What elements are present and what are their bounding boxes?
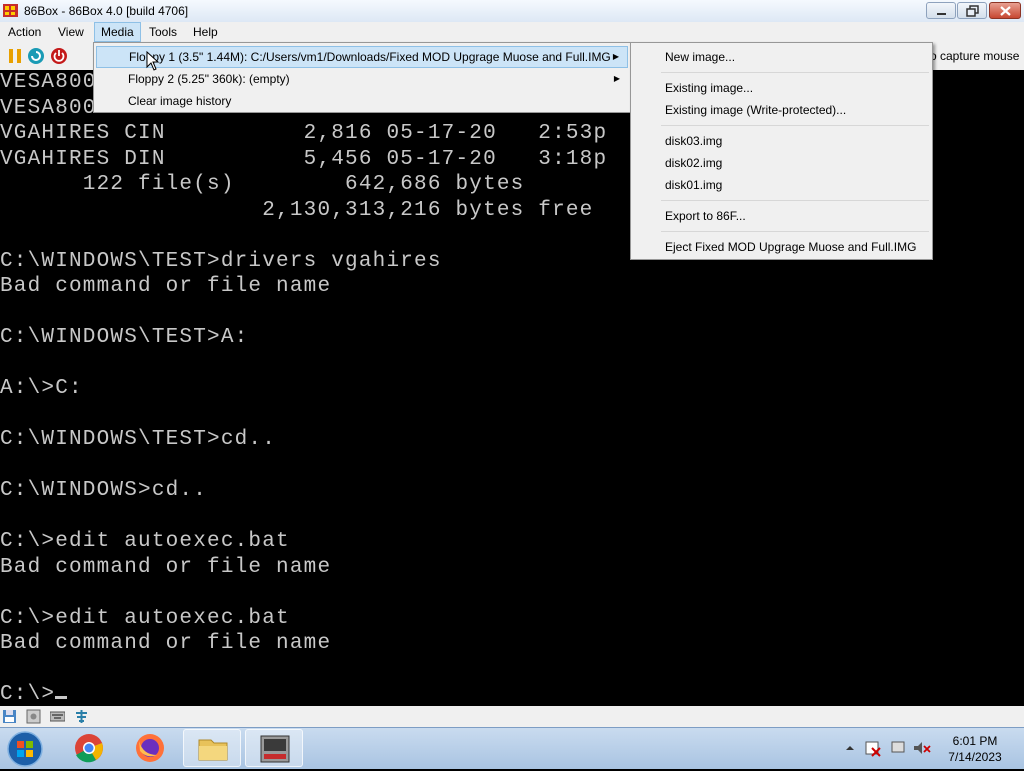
dos-line: 122 file(s) 642,686 bytes <box>0 173 525 196</box>
chrome-icon <box>75 734 103 763</box>
menu-item-history[interactable]: disk03.img <box>633 130 930 152</box>
menu-item-floppy-2[interactable]: Floppy 2 (5.25" 360k): (empty) ▶ <box>96 68 628 90</box>
menu-view[interactable]: View <box>52 22 90 42</box>
menu-item-existing-image[interactable]: Existing image... <box>633 77 930 99</box>
firefox-icon <box>136 734 164 762</box>
text-cursor <box>55 684 68 699</box>
taskbar-chrome[interactable] <box>60 729 118 767</box>
dos-line: 2,130,313,216 bytes free <box>0 198 594 222</box>
volume-muted-icon <box>914 742 922 754</box>
dos-line: Bad command or file name <box>0 555 332 579</box>
close-icon <box>1000 6 1011 16</box>
minimize-button[interactable] <box>926 2 956 19</box>
tray-arrow-icon <box>846 746 854 750</box>
hdd-status-icon[interactable] <box>26 709 41 724</box>
restore-icon <box>966 5 979 17</box>
menu-separator <box>661 125 929 126</box>
dos-line: A:\>C: <box>0 377 83 400</box>
dos-line: C:\>edit autoexec.bat <box>0 530 290 553</box>
menu-item-history[interactable]: disk02.img <box>633 152 930 174</box>
86box-task-icon <box>260 735 290 763</box>
menu-item-new-image[interactable]: New image... <box>633 46 930 68</box>
clock-time: 6:01 PM <box>952 734 998 748</box>
network-tray-icon <box>891 741 905 753</box>
close-button[interactable] <box>989 2 1021 19</box>
app-86box-icon <box>3 4 18 17</box>
capture-mouse-hint: o capture mouse <box>930 49 1020 63</box>
start-orb-icon[interactable] <box>6 730 44 768</box>
minimize-icon <box>937 13 946 15</box>
dos-line: C:\WINDOWS>cd.. <box>0 479 208 502</box>
floppy-status-icon[interactable] <box>2 709 17 724</box>
dos-line: VGAHIRES CIN 2,816 05-17-20 2:53p <box>0 122 608 145</box>
menu-item-history[interactable]: disk01.img <box>633 174 930 196</box>
system-tray <box>842 738 932 761</box>
dos-line: VESA800 <box>0 71 97 94</box>
menu-item-export-86f[interactable]: Export to 86F... <box>633 205 930 227</box>
menu-item-label: Floppy 2 (5.25" 360k): (empty) <box>128 72 290 86</box>
menu-item-existing-image-wp[interactable]: Existing image (Write-protected)... <box>633 99 930 121</box>
status-bar <box>0 706 1024 727</box>
menu-item-label: Clear image history <box>128 94 232 108</box>
menu-tools[interactable]: Tools <box>143 22 183 42</box>
dos-line: Bad command or file name <box>0 632 332 655</box>
dos-line: Bad command or file name <box>0 275 332 298</box>
menu-help[interactable]: Help <box>187 22 224 42</box>
keyboard-status-icon[interactable] <box>50 709 65 724</box>
window-title: 86Box - 86Box 4.0 [build 4706] <box>24 4 189 18</box>
floppy-submenu: New image... Existing image... Existing … <box>630 42 933 260</box>
restore-button[interactable] <box>957 2 987 19</box>
menu-separator <box>661 231 929 232</box>
menu-action[interactable]: Action <box>2 22 47 42</box>
menu-media[interactable]: Media <box>94 22 141 42</box>
dos-line: C:\>edit autoexec.bat <box>0 606 290 630</box>
mouse-pointer-icon <box>146 51 160 71</box>
menu-item-clear-history[interactable]: Clear image history <box>96 90 628 112</box>
media-menu-dropdown: Floppy 1 (3.5" 1.44M): C:/Users/vm1/Down… <box>93 42 631 113</box>
folder-icon <box>198 739 228 761</box>
menu-item-label: Floppy 1 (3.5" 1.44M): C:/Users/vm1/Down… <box>129 50 611 64</box>
menu-separator <box>661 72 929 73</box>
clock-date: 7/14/2023 <box>948 750 1002 764</box>
dos-output: VESA800 VESA800 VGAHIRES CIN 2,816 05-17… <box>0 70 607 706</box>
menu-bar: Action View Media Tools Help <box>0 22 1024 42</box>
menu-separator <box>661 200 929 201</box>
submenu-arrow-icon: ▶ <box>612 52 619 61</box>
taskbar-firefox[interactable] <box>121 729 179 767</box>
reset-icon[interactable] <box>27 47 45 65</box>
taskbar: 6:01 PM 7/14/2023 <box>0 727 1024 769</box>
dos-line: VESA800 <box>0 96 97 120</box>
dos-line: C:\WINDOWS\TEST>drivers vgahires <box>0 249 442 273</box>
dos-line: C:\WINDOWS\TEST>A: <box>0 326 249 349</box>
dos-prompt: C:\> <box>0 683 56 706</box>
taskbar-explorer[interactable] <box>183 729 241 767</box>
pause-icon[interactable] <box>6 47 24 65</box>
menu-item-floppy-1[interactable]: Floppy 1 (3.5" 1.44M): C:/Users/vm1/Down… <box>96 46 628 68</box>
title-bar: 86Box - 86Box 4.0 [build 4706] <box>0 0 1024 23</box>
power-icon[interactable] <box>50 47 68 65</box>
taskbar-clock[interactable]: 6:01 PM 7/14/2023 <box>940 733 1010 765</box>
network-status-icon[interactable] <box>74 709 89 724</box>
submenu-arrow-icon: ▶ <box>613 74 620 83</box>
taskbar-86box[interactable] <box>245 729 303 767</box>
menu-item-eject[interactable]: Eject Fixed MOD Upgrage Muose and Full.I… <box>633 236 930 258</box>
dos-line: VGAHIRES DIN 5,456 05-17-20 3:18p <box>0 147 608 171</box>
dos-line: C:\WINDOWS\TEST>cd.. <box>0 428 277 451</box>
